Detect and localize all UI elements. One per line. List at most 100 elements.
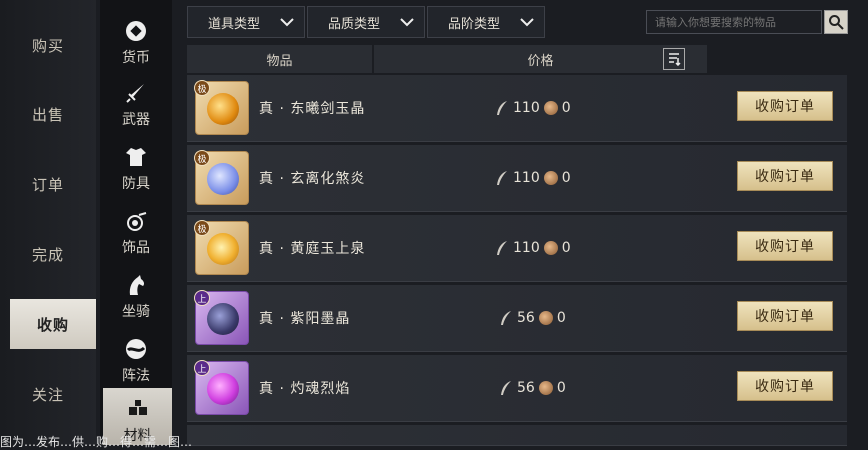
category-label: 武器 [122,112,150,128]
nav-follow[interactable]: 关注 [0,369,96,419]
feather-icon [497,171,507,185]
horse-icon [123,272,149,298]
column-item: 物品 [187,45,372,73]
grade-badge: 极 [194,80,210,96]
overlay-caption: 图为…发布…供…购…得…需…图… [0,435,193,449]
quality-type-label: 品质类型 [328,16,381,32]
price-display: 110 0 [495,215,571,281]
price-display: 56 0 [499,355,566,421]
category-label: 货币 [122,50,150,66]
nav-complete[interactable]: 完成 [0,229,96,279]
coin-icon [543,171,558,185]
table-row: 极 真 · 黄庭玉上泉 110 0 收购订单 [187,215,847,282]
nav-orders[interactable]: 订单 [0,159,96,209]
price-value: 110 [513,170,540,186]
item-name: 真 · 玄离化煞炎 [259,171,366,187]
table-row: 极 真 · 玄离化煞炎 110 0 收购订单 [187,145,847,212]
table-row: 上 真 · 灼魂烈焰 56 0 收购订单 [187,355,847,422]
category-weapon[interactable]: 武器 [100,72,172,134]
price-value: 56 [517,380,535,396]
column-price: 价格 [374,45,707,73]
category-armor[interactable]: 防具 [100,136,172,198]
quality-type-dropdown[interactable]: 品质类型 [307,6,425,38]
nav-purchase[interactable]: 收购 [10,299,96,349]
coin-icon [543,241,558,255]
purchase-order-button[interactable]: 收购订单 [737,301,833,331]
feather-icon [497,101,507,115]
gem-orb-icon [207,93,239,125]
category-currency[interactable]: 货币 [100,10,172,72]
sword-icon [123,80,149,106]
purchase-order-button[interactable]: 收购订单 [737,371,833,401]
nav-sell[interactable]: 出售 [0,89,96,139]
gem-orb-icon [207,163,239,195]
item-name: 真 · 紫阳墨晶 [259,311,351,327]
price-value-secondary: 0 [556,380,566,396]
grade-badge: 极 [194,220,210,236]
chevron-down-icon [400,18,414,27]
sort-button[interactable] [663,48,685,70]
left-nav: 购买 出售 订单 完成 收购 关注 [0,0,96,445]
purchase-order-button[interactable]: 收购订单 [737,231,833,261]
coin-icon [538,381,553,395]
search-icon [829,15,844,30]
grade-badge: 极 [194,150,210,166]
table-row: 极 真 · 东曦剑玉晶 110 0 收购订单 [187,75,847,142]
price-value-secondary: 0 [556,310,566,326]
sort-icon [669,53,681,66]
item-name: 真 · 黄庭玉上泉 [259,241,366,257]
table-row: 上 真 · 紫阳墨晶 56 0 收购订单 [187,285,847,352]
currency-icon [123,18,149,44]
price-display: 110 0 [495,145,571,211]
item-icon[interactable]: 上 [194,360,249,415]
filter-bar: 道具类型 品质类型 品阶类型 [187,6,545,38]
gem-orb-icon [207,233,239,265]
category-label: 阵法 [122,368,150,384]
category-mount[interactable]: 坐骑 [100,264,172,326]
coin-icon [543,101,558,115]
search-button[interactable] [824,10,848,34]
item-type-label: 道具类型 [208,16,261,32]
purchase-order-button[interactable]: 收购订单 [737,161,833,191]
feather-icon [497,241,507,255]
price-value: 110 [513,240,540,256]
item-name: 真 · 灼魂烈焰 [259,381,351,397]
search-input[interactable] [646,10,822,34]
category-formation[interactable]: 阵法 [100,328,172,390]
material-icon [125,396,151,422]
feather-icon [501,311,511,325]
item-name: 真 · 东曦剑玉晶 [259,101,366,117]
grade-type-dropdown[interactable]: 品阶类型 [427,6,545,38]
price-value-secondary: 0 [561,100,571,116]
table-row-partial [187,425,847,446]
grade-type-label: 品阶类型 [448,16,501,32]
grade-badge: 上 [194,360,210,376]
price-display: 56 0 [499,285,566,351]
grade-badge: 上 [194,290,210,306]
gem-orb-icon [207,373,239,405]
item-icon[interactable]: 极 [194,150,249,205]
purchase-order-button[interactable]: 收购订单 [737,91,833,121]
price-value: 110 [513,100,540,116]
item-icon[interactable]: 极 [194,220,249,275]
category-accessory[interactable]: 饰品 [100,200,172,262]
category-label: 坐骑 [122,304,150,320]
chevron-down-icon [280,18,294,27]
price-value: 56 [517,310,535,326]
category-label: 防具 [122,176,150,192]
coin-icon [538,311,553,325]
gem-orb-icon [207,303,239,335]
category-nav: 货币 武器 防具 饰品 坐骑 阵法 材料 [100,0,172,445]
item-icon[interactable]: 上 [194,290,249,345]
nav-buy[interactable]: 购买 [0,20,96,70]
price-value-secondary: 0 [561,170,571,186]
item-type-dropdown[interactable]: 道具类型 [187,6,305,38]
feather-icon [501,381,511,395]
item-icon[interactable]: 极 [194,80,249,135]
price-value-secondary: 0 [561,240,571,256]
chevron-down-icon [520,18,534,27]
accessory-icon [123,208,149,234]
armor-icon [123,144,149,170]
price-display: 110 0 [495,75,571,141]
table-header: 物品 价格 [187,45,847,73]
